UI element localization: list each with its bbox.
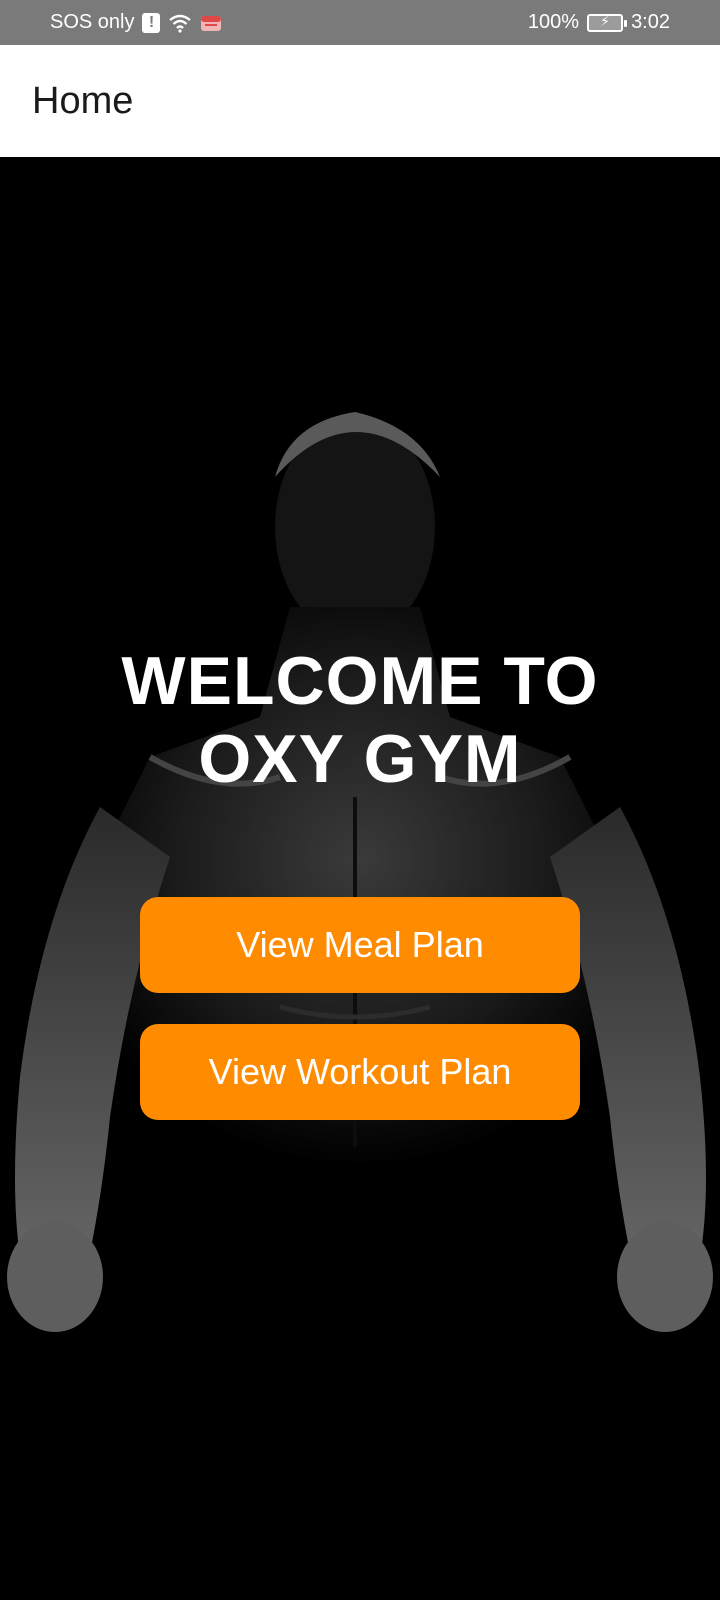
carrier-text: SOS only bbox=[50, 11, 135, 33]
clock: 3:02 bbox=[631, 11, 670, 33]
view-workout-plan-button[interactable]: View Workout Plan bbox=[140, 1024, 580, 1120]
charging-bolt-icon: ⚡ bbox=[600, 12, 610, 29]
view-meal-plan-button[interactable]: View Meal Plan bbox=[140, 897, 580, 993]
notification-icon bbox=[201, 15, 222, 31]
hero-section: WELCOME TO OXY GYM View Meal Plan View W… bbox=[0, 157, 720, 1600]
battery-percent: 100% bbox=[527, 11, 580, 33]
welcome-heading: WELCOME TO OXY GYM bbox=[0, 642, 720, 798]
welcome-line-2: OXY GYM bbox=[198, 721, 522, 797]
bodybuilder-silhouette-image bbox=[7, 412, 713, 1332]
status-right: 100% ⚡ 3:02 bbox=[528, 11, 670, 34]
app-bar: Home bbox=[0, 45, 720, 157]
welcome-line-1: WELCOME TO bbox=[121, 643, 599, 719]
screen: SOS only ! 100% ⚡ 3:02 Home WELCOME TO O… bbox=[0, 0, 720, 1600]
wifi-icon bbox=[169, 14, 192, 33]
alert-icon: ! bbox=[142, 12, 161, 33]
status-left: SOS only ! bbox=[50, 11, 222, 34]
status-bar: SOS only ! 100% ⚡ 3:02 bbox=[0, 0, 720, 45]
page-title: Home bbox=[32, 79, 134, 122]
battery-icon: ⚡ bbox=[587, 12, 628, 32]
